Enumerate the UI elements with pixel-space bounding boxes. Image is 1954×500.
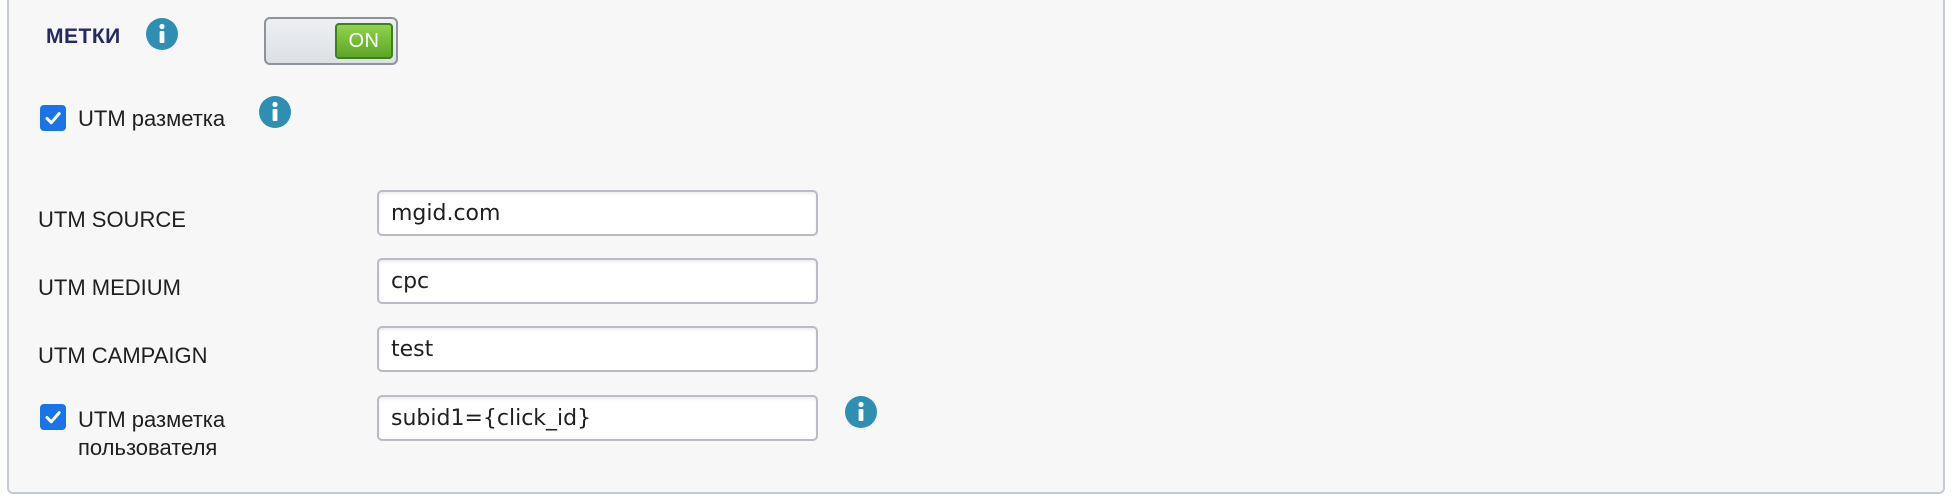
utm-medium-input[interactable] <box>377 258 818 304</box>
info-icon[interactable] <box>146 18 178 50</box>
utm-campaign-label: UTM CAMPAIGN <box>38 343 208 368</box>
labels-toggle[interactable]: ON <box>264 17 398 65</box>
utm-markup-label: UTM разметка <box>78 106 226 131</box>
utm-markup-info-icon[interactable] <box>259 96 291 128</box>
custom-utm-markup-checkbox[interactable] <box>40 404 66 430</box>
custom-utm-markup-input[interactable] <box>377 395 818 441</box>
utm-source-label: UTM SOURCE <box>38 207 186 232</box>
checkmark-icon <box>45 112 61 125</box>
section-title: МЕТКИ <box>46 25 121 48</box>
custom-utm-info-icon[interactable] <box>845 396 877 428</box>
utm-labels-panel: МЕТКИ ON UTM разметка UTM SOURCE UTM MED… <box>7 0 1945 494</box>
utm-markup-checkbox[interactable] <box>40 105 66 131</box>
utm-source-input[interactable] <box>377 190 818 236</box>
utm-medium-label: UTM MEDIUM <box>38 275 181 300</box>
checkmark-icon <box>45 411 61 424</box>
toggle-on-label: ON <box>335 23 393 59</box>
custom-utm-markup-label-line1: UTM разметка <box>78 407 226 432</box>
utm-campaign-input[interactable] <box>377 326 818 372</box>
custom-utm-markup-label-line2: пользователя <box>78 435 218 460</box>
